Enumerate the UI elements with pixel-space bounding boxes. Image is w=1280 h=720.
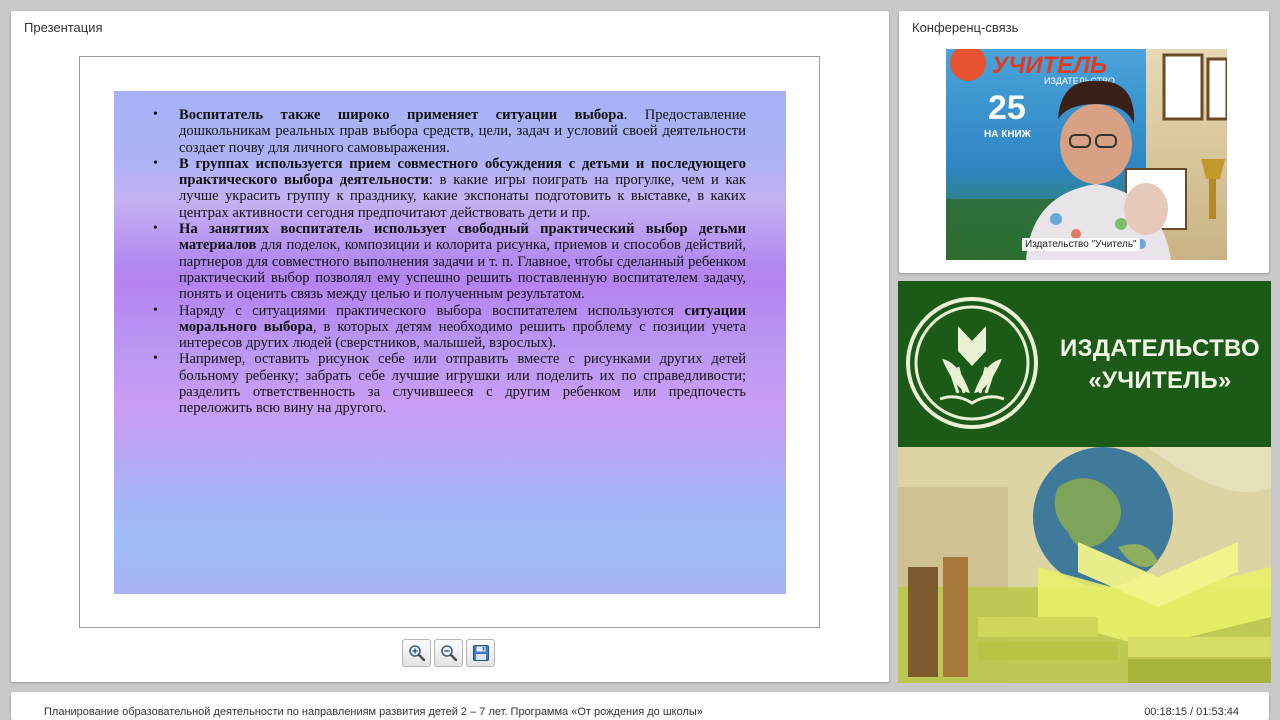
presentation-title: Презентация (24, 20, 103, 35)
poster-title: УЧИТЕЛЬ (992, 52, 1107, 79)
camera-label: Издательство "Учитель" (1022, 238, 1140, 251)
zoom-out-icon (440, 645, 457, 662)
slide-frame: Воспитатель также широко применяет ситуа… (79, 56, 820, 628)
slide-bullet-list: Воспитатель также широко применяет ситуа… (152, 107, 746, 417)
banner-header: ИЗДАТЕЛЬСТВО «УЧИТЕЛЬ» (898, 281, 1271, 447)
poster-number: 25 (988, 89, 1026, 127)
playback-time: 00:18:15 / 01:53:44 (1144, 706, 1239, 718)
webcam-video: УЧИТЕЛЬ ИЗДАТЕЛЬСТВО 25 НА КНИЖ Издатель… (946, 49, 1227, 260)
presenter-hand (1124, 183, 1168, 235)
floppy-disk-icon (472, 645, 489, 661)
certificate-frame (1162, 53, 1204, 121)
publisher-name-line2: «УЧИТЕЛЬ» (1088, 367, 1232, 394)
slide-bullet: На занятиях воспитатель использует свобо… (152, 221, 746, 302)
zoom-in-button[interactable] (402, 639, 431, 667)
save-button[interactable] (466, 639, 495, 667)
slide-bullet: Воспитатель также широко применяет ситуа… (152, 107, 746, 156)
conference-title: Конференц-связь (912, 20, 1019, 35)
slide-content: Воспитатель также широко применяет ситуа… (114, 91, 786, 594)
presentation-panel: Презентация Воспитатель также широко при… (11, 11, 889, 682)
zoom-in-icon (408, 645, 425, 662)
slide-toolbar (402, 639, 495, 667)
books-globe-image (898, 447, 1271, 683)
books-illustration (898, 447, 1271, 683)
zoom-out-button[interactable] (434, 639, 463, 667)
slide-bullet: Например, оставить рисунок себе или отпр… (152, 351, 746, 416)
slide-bullet: В группах используется прием совместного… (152, 156, 746, 221)
publisher-name: ИЗДАТЕЛЬСТВО «УЧИТЕЛЬ» (1056, 333, 1264, 397)
publisher-banner: ИЗДАТЕЛЬСТВО «УЧИТЕЛЬ» (898, 281, 1271, 683)
webcam-frame: УЧИТЕЛЬ ИЗДАТЕЛЬСТВО 25 НА КНИЖ (946, 49, 1227, 260)
footer-bar: Планирование образовательной деятельност… (11, 692, 1269, 720)
publisher-name-line1: ИЗДАТЕЛЬСТВО (1059, 335, 1261, 362)
slide-bullet: Наряду с ситуациями практического выбора… (152, 303, 746, 352)
poster-tagline: НА КНИЖ (984, 129, 1032, 140)
conference-panel: Конференц-связь УЧИТЕЛЬ ИЗДАТЕЛЬСТВО 25 … (899, 11, 1269, 273)
webinar-title: Планирование образовательной деятельност… (44, 706, 703, 718)
publisher-logo-icon (906, 297, 1038, 429)
